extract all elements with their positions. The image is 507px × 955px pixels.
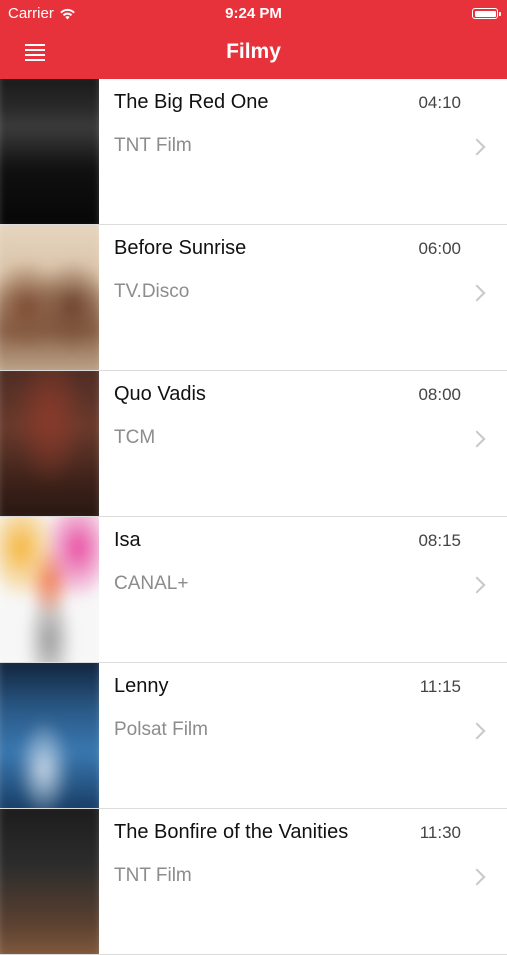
movie-time: 06:00 xyxy=(418,239,461,258)
list-item[interactable]: Quo Vadis 08:00 TCM xyxy=(0,371,507,517)
movie-title: The Big Red One xyxy=(114,91,269,113)
movie-title: Lenny xyxy=(114,675,169,697)
battery-icon xyxy=(472,8,501,19)
movie-poster xyxy=(0,809,99,954)
movie-channel: CANAL+ xyxy=(114,573,189,594)
chevron-right-icon xyxy=(468,138,486,156)
movie-time: 11:30 xyxy=(419,823,461,842)
list-item[interactable]: Lenny 11:15 Polsat Film xyxy=(0,663,507,809)
movie-channel: TNT Film xyxy=(114,865,192,886)
chevron-right-icon xyxy=(468,868,486,886)
status-bar: Carrier 9:24 PM xyxy=(0,0,507,28)
chevron-right-icon xyxy=(468,576,486,594)
movie-title: The Bonfire of the Vanities xyxy=(114,821,349,843)
movie-poster xyxy=(0,663,99,808)
list-item[interactable]: The Big Red One 04:10 TNT Film xyxy=(0,79,507,225)
movie-channel: TCM xyxy=(114,427,156,448)
movie-title: Before Sunrise xyxy=(114,237,247,259)
movie-time: 08:15 xyxy=(418,531,461,550)
chevron-right-icon xyxy=(468,430,486,448)
movie-title: Isa xyxy=(114,529,141,551)
movie-channel: Polsat Film xyxy=(114,719,208,740)
movie-poster xyxy=(0,225,99,370)
chevron-right-icon xyxy=(468,284,486,302)
list-item[interactable]: Isa 08:15 CANAL+ xyxy=(0,517,507,663)
movie-list: The Big Red One 04:10 TNT Film Before Su… xyxy=(0,79,507,955)
status-time: 9:24 PM xyxy=(225,5,282,22)
chevron-right-icon xyxy=(468,722,486,740)
movie-channel: TV.Disco xyxy=(114,281,190,302)
navigation-bar: Carrier 9:24 PM Filmy xyxy=(0,0,507,79)
list-item[interactable]: The Bonfire of the Vanities 11:30 TNT Fi… xyxy=(0,809,507,955)
movie-time: 08:00 xyxy=(418,385,461,404)
list-item[interactable]: Before Sunrise 06:00 TV.Disco xyxy=(0,225,507,371)
movie-time: 04:10 xyxy=(418,93,461,112)
movie-poster xyxy=(0,79,99,224)
page-title: Filmy xyxy=(226,40,281,63)
movie-channel: TNT Film xyxy=(114,135,192,156)
movie-time: 11:15 xyxy=(419,677,461,696)
movie-poster xyxy=(0,371,99,516)
movie-title: Quo Vadis xyxy=(114,383,206,405)
movie-poster xyxy=(0,517,99,662)
